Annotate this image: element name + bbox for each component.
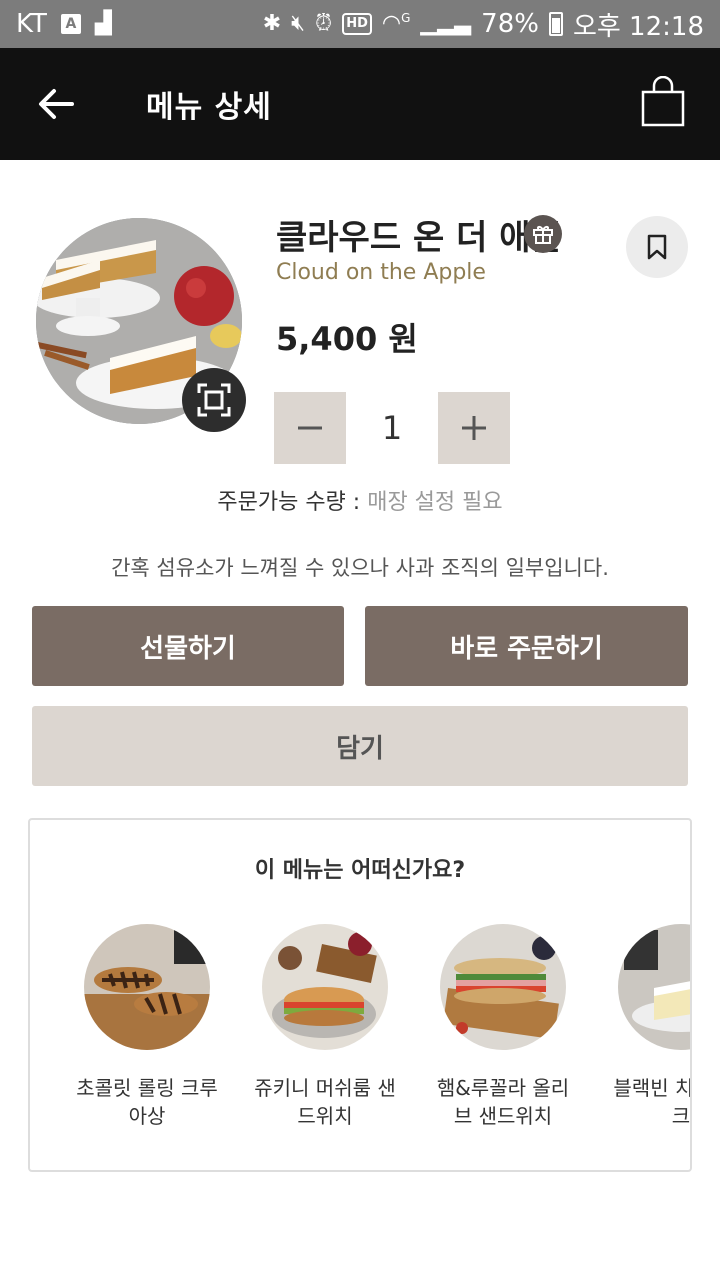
cart-button[interactable] (640, 75, 690, 132)
bookmark-icon (647, 234, 667, 260)
back-arrow-icon (39, 89, 74, 119)
recommend-item[interactable]: 햄&루꼴라 올리브 샌드위치 (423, 924, 583, 1130)
status-bar: KT A ▟ ✱ 🔇︎ ⏰︎ HD ◠ G ▁▂▃ 78% 오후 12:18 (0, 0, 720, 48)
clock: 오후 12:18 (572, 11, 704, 42)
recommendation-title: 이 메뉴는 어떠신가요? (254, 858, 466, 883)
quantity-increase-button[interactable] (438, 392, 510, 464)
battery-icon (548, 12, 563, 36)
signal-icon: ▁▂▃ (420, 11, 472, 36)
order-limit-label: 주문가능 수량 : (217, 490, 361, 515)
notification-icon: ▟ (94, 11, 112, 36)
wifi-icon: ◠ (381, 11, 402, 36)
notification-a-icon: A (60, 14, 81, 34)
battery-percent: 78% (481, 9, 539, 39)
carrier-label: KT (16, 9, 47, 39)
hd-icon: HD (342, 13, 372, 35)
network-type-label: G (401, 11, 411, 25)
expand-icon (197, 383, 231, 417)
product-price: 5,400 원 (276, 320, 418, 358)
quantity-decrease-button[interactable] (274, 392, 346, 464)
recommend-item[interactable]: 쥬키니 머쉬룸 샌드위치 (245, 924, 405, 1130)
gift-icon (533, 226, 553, 244)
recommend-item-label: 햄&루꼴라 올리브 샌드위치 (436, 1076, 570, 1128)
order-limit: 주문가능 수량 : 매장 설정 필요 (0, 484, 720, 516)
gift-button[interactable]: 선물하기 (32, 606, 344, 686)
page-title: 메뉴 상세 (146, 90, 272, 125)
order-limit-value: 매장 설정 필요 (367, 490, 503, 515)
recommend-item-label: 쥬키니 머쉬룸 샌드위치 (254, 1076, 396, 1128)
minus-icon (298, 426, 322, 430)
recommend-item-image (440, 924, 566, 1050)
product-name-english: Cloud on the Apple (276, 260, 486, 285)
back-button[interactable] (36, 84, 76, 124)
recommend-item-label: 초콜릿 롤링 크루아상 (76, 1076, 218, 1128)
bookmark-button[interactable] (626, 216, 688, 278)
recommend-item-label: 블랙빈 치즈케이크 (613, 1076, 692, 1128)
add-to-cart-button[interactable]: 담기 (32, 706, 688, 786)
product-name: 클라우드 온 더 애플 (276, 218, 562, 258)
recommend-item[interactable]: 초콜릿 롤링 크루아상 (67, 924, 227, 1130)
plus-icon (462, 416, 486, 440)
shopping-bag-icon (641, 75, 685, 127)
gift-badge (524, 215, 562, 253)
order-now-button[interactable]: 바로 주문하기 (365, 606, 688, 686)
bluetooth-icon: ✱ (262, 11, 282, 36)
quantity-value: 1 (381, 409, 403, 447)
mute-icon: 🔇︎ (291, 11, 306, 36)
recommendation-section: 이 메뉴는 어떠신가요? 초콜릿 롤링 크루아상 쥬키니 머쉬룸 샌드위치 햄&… (28, 818, 692, 1172)
product-description: 간혹 섬유소가 느껴질 수 있으나 사과 조직의 일부입니다. (111, 556, 609, 580)
recommend-item-image (618, 924, 690, 1050)
recommend-item[interactable]: 블랙빈 치즈케이크 (601, 924, 692, 1130)
recommend-item-image (262, 924, 388, 1050)
recommend-item-image (84, 924, 210, 1050)
app-header: 메뉴 상세 (0, 48, 720, 160)
zoom-button[interactable] (182, 368, 246, 432)
alarm-icon: ⏰︎ (315, 11, 333, 36)
